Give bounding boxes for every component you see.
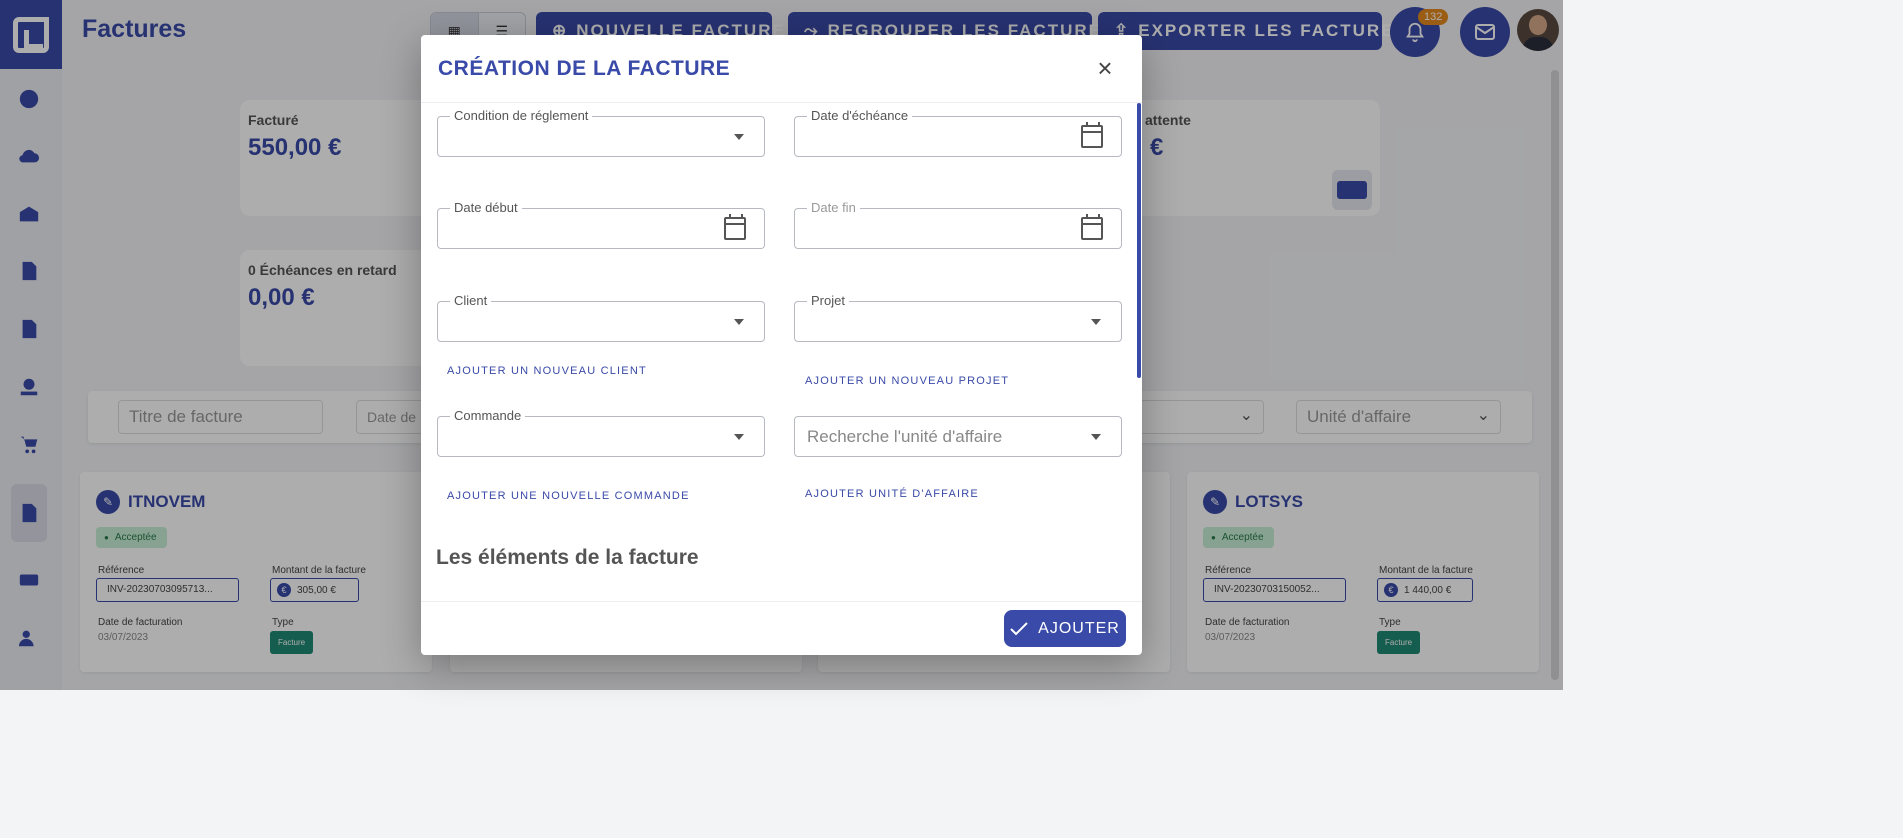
start-date-field[interactable]: Date début xyxy=(437,200,765,249)
modal-scrollbar[interactable] xyxy=(1137,103,1141,378)
project-select[interactable]: Projet xyxy=(794,293,1122,342)
submit-button[interactable]: AJOUTER xyxy=(1004,610,1126,647)
submit-label: AJOUTER xyxy=(1038,619,1120,637)
field-label: Date fin xyxy=(807,200,860,215)
end-date-field[interactable]: Date fin xyxy=(794,200,1122,249)
caret-down-icon xyxy=(1091,434,1101,440)
add-project-link[interactable]: AJOUTER UN NOUVEAU PROJET xyxy=(805,375,1009,387)
calendar-icon[interactable] xyxy=(1081,214,1103,240)
create-invoice-modal: CRÉATION DE LA FACTURE × Condition de ré… xyxy=(421,35,1142,655)
calendar-icon[interactable] xyxy=(1081,122,1103,148)
invoice-items-heading: Les éléments de la facture xyxy=(436,546,699,569)
due-date-field[interactable]: Date d'échéance xyxy=(794,108,1122,157)
caret-down-icon xyxy=(734,319,744,325)
add-client-link[interactable]: AJOUTER UN NOUVEAU CLIENT xyxy=(447,365,647,377)
client-select[interactable]: Client xyxy=(437,293,765,342)
caret-down-icon xyxy=(734,134,744,140)
calendar-icon[interactable] xyxy=(724,214,746,240)
check-icon xyxy=(1010,621,1028,635)
close-icon[interactable]: × xyxy=(1094,55,1116,81)
caret-down-icon xyxy=(734,434,744,440)
field-label: Date d'échéance xyxy=(807,108,913,123)
payment-condition-select[interactable]: Condition de réglement xyxy=(437,108,765,157)
caret-down-icon xyxy=(1091,319,1101,325)
field-label: Date début xyxy=(450,200,522,215)
add-order-link[interactable]: AJOUTER UNE NOUVELLE COMMANDE xyxy=(447,490,690,502)
field-label: Commande xyxy=(450,408,526,423)
field-label: Condition de réglement xyxy=(450,108,593,123)
add-business-unit-link[interactable]: AJOUTER UNITÉ D'AFFAIRE xyxy=(805,488,979,500)
business-unit-placeholder: Recherche l'unité d'affaire xyxy=(807,427,1003,446)
modal-title: CRÉATION DE LA FACTURE xyxy=(438,57,731,80)
field-label: Client xyxy=(450,293,492,308)
header-divider xyxy=(421,102,1142,103)
business-unit-search[interactable]: Recherche l'unité d'affaire xyxy=(794,416,1122,457)
order-select[interactable]: Commande xyxy=(437,408,765,457)
footer-divider xyxy=(421,601,1142,602)
field-label: Projet xyxy=(807,293,849,308)
